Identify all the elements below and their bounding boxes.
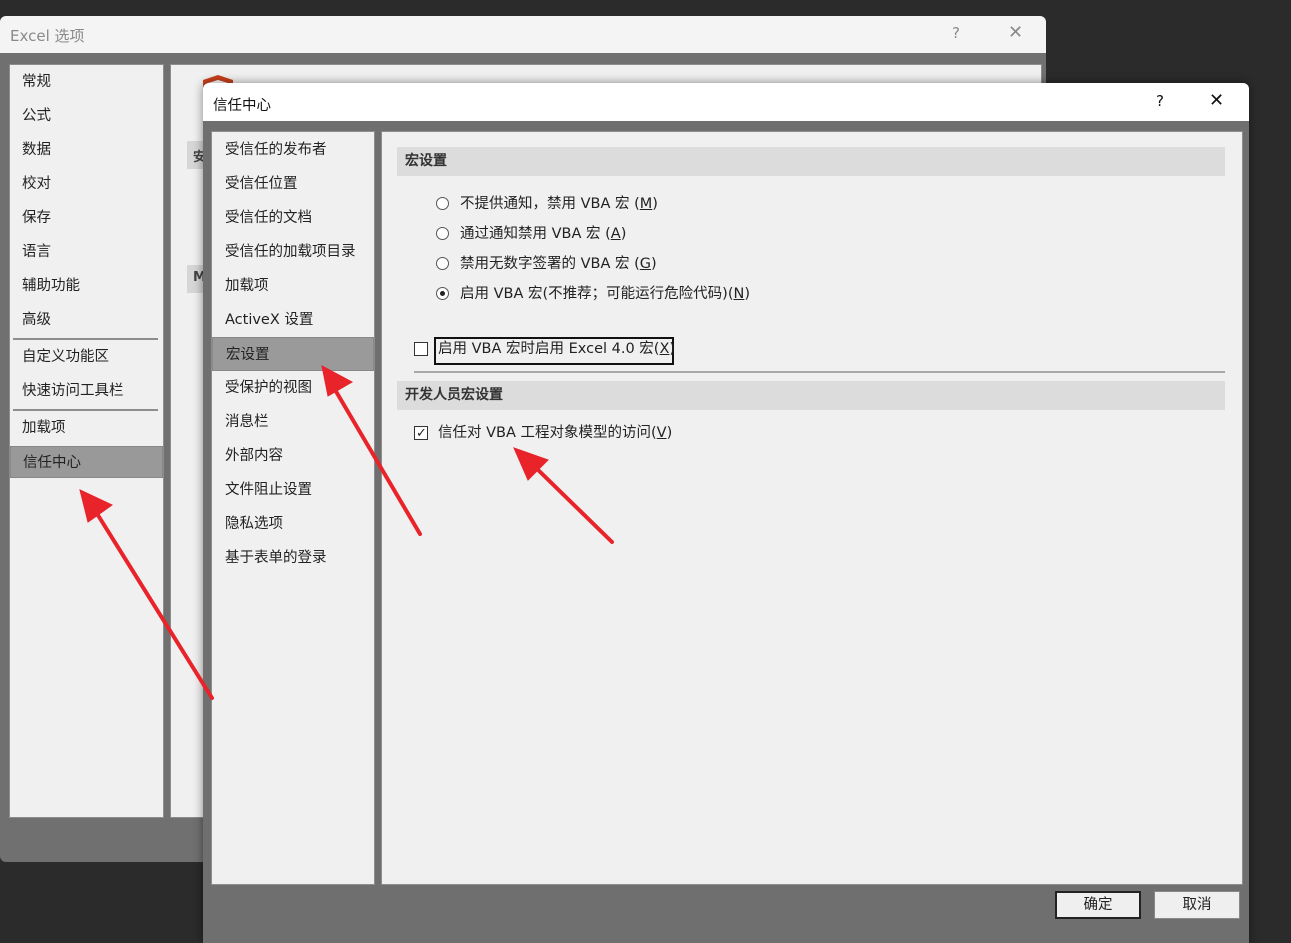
trust-center-content: 宏设置 不提供通知，禁用 VBA 宏 (M) 通过通知禁用 VBA 宏 (A) … <box>381 131 1243 885</box>
close-icon[interactable]: ✕ <box>1209 90 1224 111</box>
tc-nav-macro-settings[interactable]: 宏设置 <box>212 337 374 371</box>
tc-nav-file-block-settings[interactable]: 文件阻止设置 <box>212 473 374 507</box>
excel-options-titlebar: Excel 选项 ? ✕ <box>0 16 1046 53</box>
radio-button[interactable] <box>436 257 449 270</box>
tc-nav-form-based-signin[interactable]: 基于表单的登录 <box>212 541 374 575</box>
trust-center-dialog: 信任中心 ? ✕ 受信任的发布者 受信任位置 受信任的文档 受信任的加载项目录 … <box>203 83 1249 943</box>
check-icon: ✓ <box>416 426 427 441</box>
nav-item-general[interactable]: 常规 <box>10 66 163 98</box>
macro-settings-header: 宏设置 <box>397 147 1225 176</box>
tc-nav-privacy-options[interactable]: 隐私选项 <box>212 507 374 541</box>
nav-item-language[interactable]: 语言 <box>10 236 163 268</box>
excel-options-nav: 常规 公式 数据 校对 保存 语言 辅助功能 高级 自定义功能区 快速访问工具栏… <box>9 64 164 818</box>
vba-object-model-access-option[interactable]: ✓ 信任对 VBA 工程对象模型的访问(V) <box>414 421 714 449</box>
nav-divider <box>13 338 158 340</box>
nav-item-proofing[interactable]: 校对 <box>10 168 163 200</box>
tc-nav-trusted-locations[interactable]: 受信任位置 <box>212 167 374 201</box>
nav-item-advanced[interactable]: 高级 <box>10 304 163 336</box>
nav-divider <box>13 409 158 411</box>
developer-macro-settings-header: 开发人员宏设置 <box>397 381 1225 410</box>
tc-nav-external-content[interactable]: 外部内容 <box>212 439 374 473</box>
tc-nav-trusted-documents[interactable]: 受信任的文档 <box>212 201 374 235</box>
radio-button[interactable] <box>436 197 449 210</box>
radio-button-selected[interactable] <box>436 287 449 300</box>
close-icon[interactable]: ✕ <box>1008 22 1023 43</box>
help-icon[interactable]: ? <box>1156 92 1164 110</box>
trust-center-title: 信任中心 <box>213 98 271 114</box>
help-icon[interactable]: ? <box>952 24 960 42</box>
excel4-macro-option[interactable]: 启用 VBA 宏时启用 Excel 4.0 宏(X) <box>414 337 684 365</box>
cancel-button[interactable]: 取消 <box>1154 891 1240 919</box>
radio-button[interactable] <box>436 227 449 240</box>
excel-options-title: Excel 选项 <box>10 27 85 45</box>
nav-item-quick-access-toolbar[interactable]: 快速访问工具栏 <box>10 375 163 407</box>
nav-item-addins[interactable]: 加载项 <box>10 412 163 444</box>
tc-nav-activex-settings[interactable]: ActiveX 设置 <box>212 303 374 337</box>
trust-center-titlebar: 信任中心 ? ✕ <box>203 83 1249 121</box>
nav-item-formulas[interactable]: 公式 <box>10 100 163 132</box>
nav-item-accessibility[interactable]: 辅助功能 <box>10 270 163 302</box>
tc-nav-addins[interactable]: 加载项 <box>212 269 374 303</box>
vba-object-model-checkbox[interactable]: ✓ <box>414 426 428 441</box>
tc-nav-trusted-publishers[interactable]: 受信任的发布者 <box>212 133 374 167</box>
nav-item-customize-ribbon[interactable]: 自定义功能区 <box>10 341 163 373</box>
section-divider <box>414 371 1225 373</box>
tc-nav-message-bar[interactable]: 消息栏 <box>212 405 374 439</box>
tc-nav-protected-view[interactable]: 受保护的视图 <box>212 371 374 405</box>
nav-item-data[interactable]: 数据 <box>10 134 163 166</box>
trust-center-nav: 受信任的发布者 受信任位置 受信任的文档 受信任的加载项目录 加载项 Activ… <box>211 131 375 885</box>
tc-nav-trusted-addin-catalogs[interactable]: 受信任的加载项目录 <box>212 235 374 269</box>
nav-item-trust-center[interactable]: 信任中心 <box>10 446 163 478</box>
nav-item-save[interactable]: 保存 <box>10 202 163 234</box>
excel4-macro-checkbox[interactable] <box>414 342 428 356</box>
ok-button[interactable]: 确定 <box>1055 891 1141 919</box>
